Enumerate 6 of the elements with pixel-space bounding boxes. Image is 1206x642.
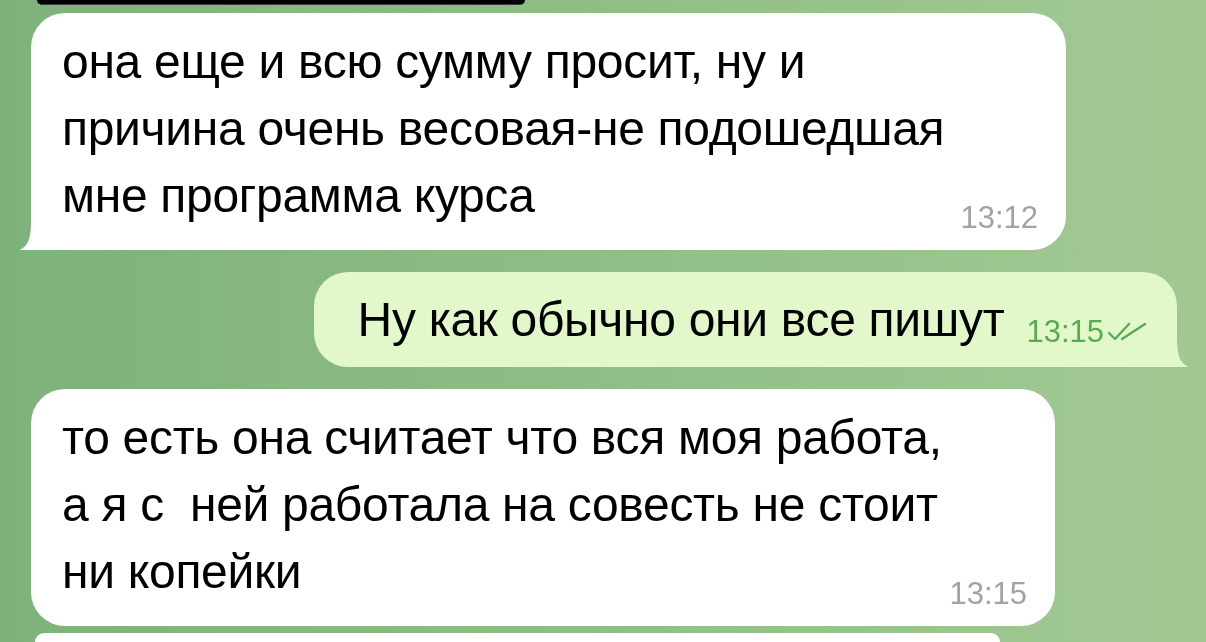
message-text: Ну как обычно они все пишут (357, 292, 1005, 348)
message-time: 13:15 (949, 578, 1027, 609)
message-text: она еще и всю сумму просит, ну и причина очень весовая-не подошедшая мне программа курса (62, 34, 946, 224)
message-time: 13:15 (1026, 316, 1104, 347)
message-time: 13:12 (960, 202, 1038, 233)
message-text: то есть она считает что вся моя работа, а я с ней работала на совесть не стоит ни копейки (62, 410, 943, 600)
